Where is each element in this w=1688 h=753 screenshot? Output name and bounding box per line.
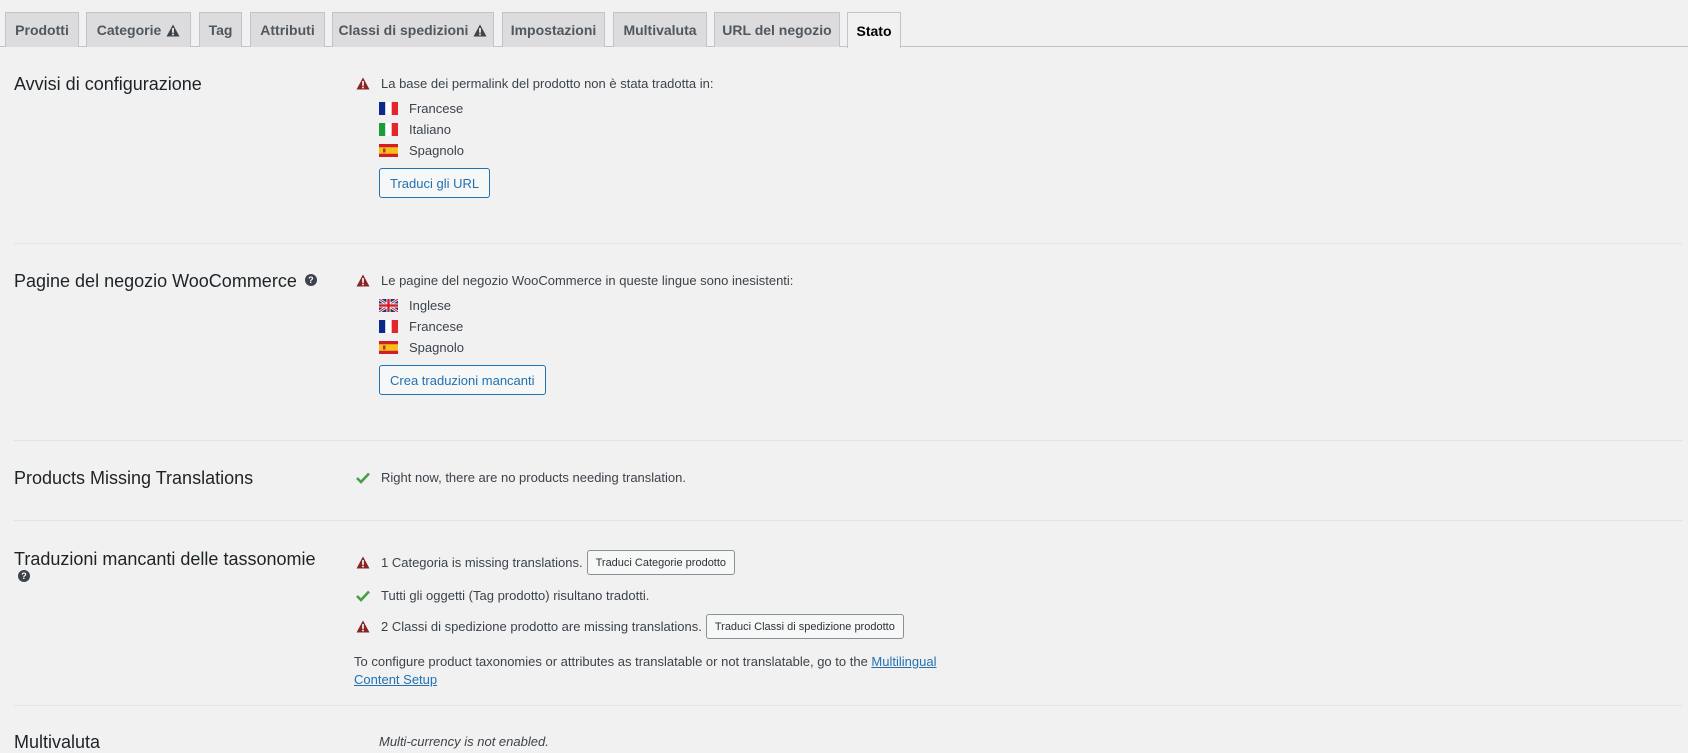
tab-tag[interactable]: Tag: [199, 12, 242, 47]
warning-icon: [473, 24, 487, 37]
tab-stato[interactable]: Stato: [847, 12, 901, 48]
language-item: Francese: [379, 319, 463, 334]
language-label: Spagnolo: [409, 143, 464, 158]
divider: [14, 243, 1682, 244]
tab-url-del-negozio[interactable]: URL del negozio: [714, 12, 840, 47]
tab-label: Prodotti: [15, 22, 69, 38]
tab-multivaluta[interactable]: Multivaluta: [613, 12, 707, 47]
tab-bar: Prodotti Categorie Tag Attributi Classi …: [0, 0, 1688, 48]
translate-shipping-classes-button[interactable]: Traduci Classi di spedizione prodotto: [705, 614, 904, 639]
taxonomy-row-tags: Tutti gli oggetti (Tag prodotto) risulta…: [356, 588, 649, 603]
tab-label: Impostazioni: [510, 22, 597, 38]
check-icon: [356, 471, 370, 484]
warning-icon: [356, 274, 370, 287]
warning-icon: [356, 556, 370, 569]
section-title-shop-pages: Pagine del negozio WooCommerce?: [14, 271, 317, 292]
warning-icon: [166, 24, 180, 37]
warning-icon: [356, 77, 370, 90]
check-icon: [356, 589, 370, 602]
language-label: Francese: [409, 101, 464, 116]
divider: [14, 440, 1682, 441]
taxonomy-row-text: 2 Classi di spedizione prodotto are miss…: [381, 619, 702, 634]
section-title-config: Avvisi di configurazione: [14, 74, 202, 94]
note-text: To configure product taxonomies or attri…: [354, 654, 872, 669]
france-flag-icon: [379, 102, 398, 115]
help-icon[interactable]: ?: [304, 274, 317, 286]
tab-label: URL del negozio: [722, 22, 832, 38]
config-message: La base dei permalink del prodotto non è…: [381, 76, 714, 91]
italy-flag-icon: [379, 123, 398, 136]
divider: [14, 520, 1682, 521]
section-title-taxonomies: Traduzioni mancanti delle tassonomie ?: [14, 548, 316, 592]
divider: [14, 705, 1682, 706]
language-item: Inglese: [379, 298, 451, 313]
multicurrency-status: Multi-currency is not enabled.: [379, 734, 549, 749]
translate-urls-button[interactable]: Traduci gli URL: [379, 168, 491, 198]
taxonomy-config-note: To configure product taxonomies or attri…: [354, 653, 974, 689]
language-label: Francese: [409, 319, 464, 334]
tab-label: Multivaluta: [623, 22, 697, 38]
language-label: Spagnolo: [409, 340, 464, 355]
taxonomy-row-text: Tutti gli oggetti (Tag prodotto) risulta…: [381, 588, 650, 603]
section-title-text: Pagine del negozio WooCommerce: [14, 271, 297, 291]
section-title-products: Products Missing Translations: [14, 468, 254, 488]
language-item: Spagnolo: [379, 143, 464, 158]
taxonomy-row-shipping-classes: 2 Classi di spedizione prodotto are miss…: [356, 614, 904, 639]
language-label: Inglese: [409, 298, 451, 313]
tab-impostazioni[interactable]: Impostazioni: [502, 12, 605, 47]
spain-flag-icon: [379, 144, 398, 157]
uk-flag-icon: [379, 299, 398, 312]
tab-label: Stato: [856, 22, 892, 39]
translate-categories-button[interactable]: Traduci Categorie prodotto: [586, 550, 736, 575]
spain-flag-icon: [379, 341, 398, 354]
create-missing-translations-button[interactable]: Crea traduzioni mancanti: [379, 365, 546, 395]
tab-classi-di-spedizioni[interactable]: Classi di spedizioni: [332, 12, 494, 47]
language-item: Francese: [379, 101, 463, 116]
config-warning: La base dei permalink del prodotto non è…: [356, 76, 713, 91]
shop-pages-message: Le pagine del negozio WooCommerce in que…: [381, 273, 794, 288]
warning-icon: [356, 620, 370, 633]
tab-label: Attributi: [260, 22, 315, 38]
language-item: Spagnolo: [379, 340, 464, 355]
taxonomy-row-text: 1 Categoria is missing translations.: [381, 555, 583, 570]
tab-prodotti[interactable]: Prodotti: [5, 12, 79, 47]
section-title-multicurrency: Multivaluta: [14, 732, 101, 752]
tab-label: Categorie: [96, 22, 162, 38]
language-item: Italiano: [379, 122, 451, 137]
section-title-text: Traduzioni mancanti delle tassonomie: [14, 549, 316, 569]
taxonomy-row-categories: 1 Categoria is missing translations. Tra…: [356, 550, 736, 575]
products-message: Right now, there are no products needing…: [381, 470, 686, 485]
tab-attributi[interactable]: Attributi: [250, 12, 325, 47]
products-status: Right now, there are no products needing…: [356, 470, 686, 485]
language-label: Italiano: [409, 122, 451, 137]
shop-pages-warning: Le pagine del negozio WooCommerce in que…: [356, 273, 793, 288]
tab-label: Classi di spedizioni: [338, 22, 469, 38]
help-icon[interactable]: ?: [18, 570, 30, 582]
tab-label: Tag: [208, 22, 233, 38]
france-flag-icon: [379, 320, 398, 333]
tab-categorie[interactable]: Categorie: [86, 12, 191, 47]
